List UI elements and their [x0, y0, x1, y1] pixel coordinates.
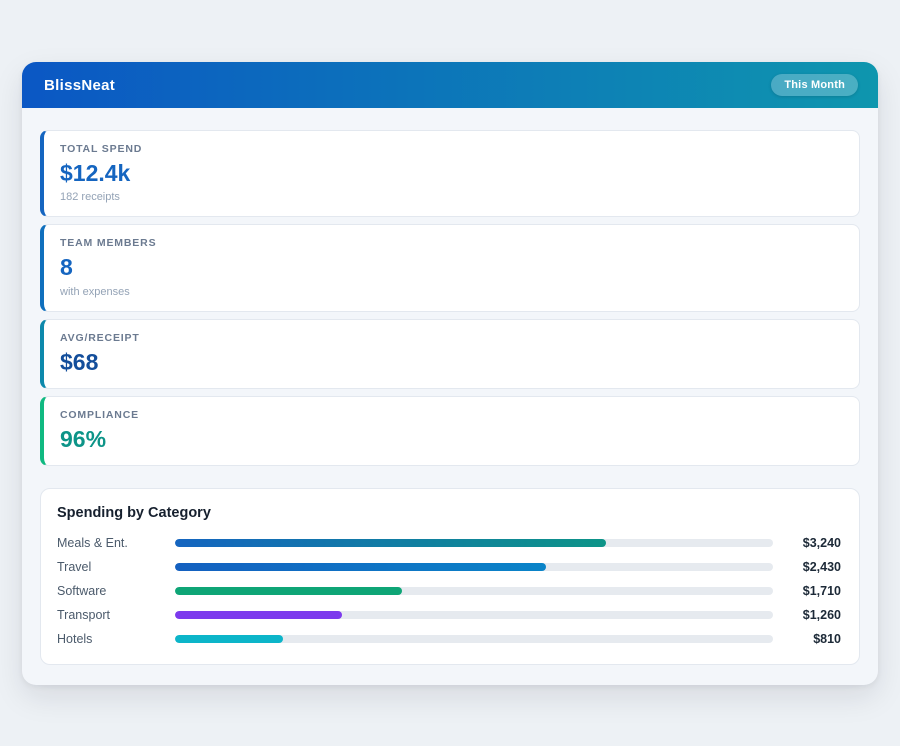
category-bar: [175, 611, 342, 619]
category-row-meals: Meals & Ent. $3,240: [57, 536, 841, 550]
panel-body: TOTAL SPEND $12.4k 182 receipts TEAM MEM…: [22, 108, 878, 685]
category-label: Software: [57, 584, 175, 598]
stat-card-avg-receipt: AVG/RECEIPT $68: [40, 319, 860, 389]
category-bar: [175, 587, 402, 595]
stat-label: TOTAL SPEND: [60, 143, 843, 155]
category-amount: $1,260: [773, 608, 841, 622]
stat-label: COMPLIANCE: [60, 409, 843, 421]
spending-by-category-card: Spending by Category Meals & Ent. $3,240…: [40, 488, 860, 665]
category-label: Hotels: [57, 632, 175, 646]
category-amount: $2,430: [773, 560, 841, 574]
stat-value: 8: [60, 255, 843, 280]
category-bar: [175, 539, 606, 547]
category-label: Meals & Ent.: [57, 536, 175, 550]
stat-sub: with expenses: [60, 286, 843, 298]
stats-section: TOTAL SPEND $12.4k 182 receipts TEAM MEM…: [40, 130, 860, 466]
stat-sub: 182 receipts: [60, 191, 843, 203]
category-amount: $3,240: [773, 536, 841, 550]
category-row-travel: Travel $2,430: [57, 560, 841, 574]
category-bar-track: [175, 587, 773, 595]
stat-label: AVG/RECEIPT: [60, 332, 843, 344]
stat-value: $68: [60, 350, 843, 375]
category-amount: $1,710: [773, 584, 841, 598]
panel-header: BlissNeat This Month: [22, 62, 878, 108]
category-bar-track: [175, 539, 773, 547]
app-title: BlissNeat: [44, 77, 115, 94]
category-row-hotels: Hotels $810: [57, 632, 841, 646]
expense-dashboard-panel: BlissNeat This Month TOTAL SPEND $12.4k …: [22, 62, 878, 685]
category-bar-track: [175, 563, 773, 571]
category-label: Transport: [57, 608, 175, 622]
page: BlissNeat This Month TOTAL SPEND $12.4k …: [0, 0, 900, 746]
stat-value: $12.4k: [60, 161, 843, 186]
category-rows: Meals & Ent. $3,240 Travel $2,430: [57, 536, 841, 646]
category-bar: [175, 563, 546, 571]
category-row-transport: Transport $1,260: [57, 608, 841, 622]
category-bar-track: [175, 611, 773, 619]
category-row-software: Software $1,710: [57, 584, 841, 598]
category-bar: [175, 635, 283, 643]
category-label: Travel: [57, 560, 175, 574]
stat-value: 96%: [60, 427, 843, 452]
stat-card-team-members: TEAM MEMBERS 8 with expenses: [40, 224, 860, 311]
stat-card-compliance: COMPLIANCE 96%: [40, 396, 860, 466]
category-bar-track: [175, 635, 773, 643]
stat-card-total-spend: TOTAL SPEND $12.4k 182 receipts: [40, 130, 860, 217]
period-badge[interactable]: This Month: [771, 74, 858, 96]
spending-card-title: Spending by Category: [57, 505, 841, 521]
category-amount: $810: [773, 632, 841, 646]
stat-label: TEAM MEMBERS: [60, 237, 843, 249]
